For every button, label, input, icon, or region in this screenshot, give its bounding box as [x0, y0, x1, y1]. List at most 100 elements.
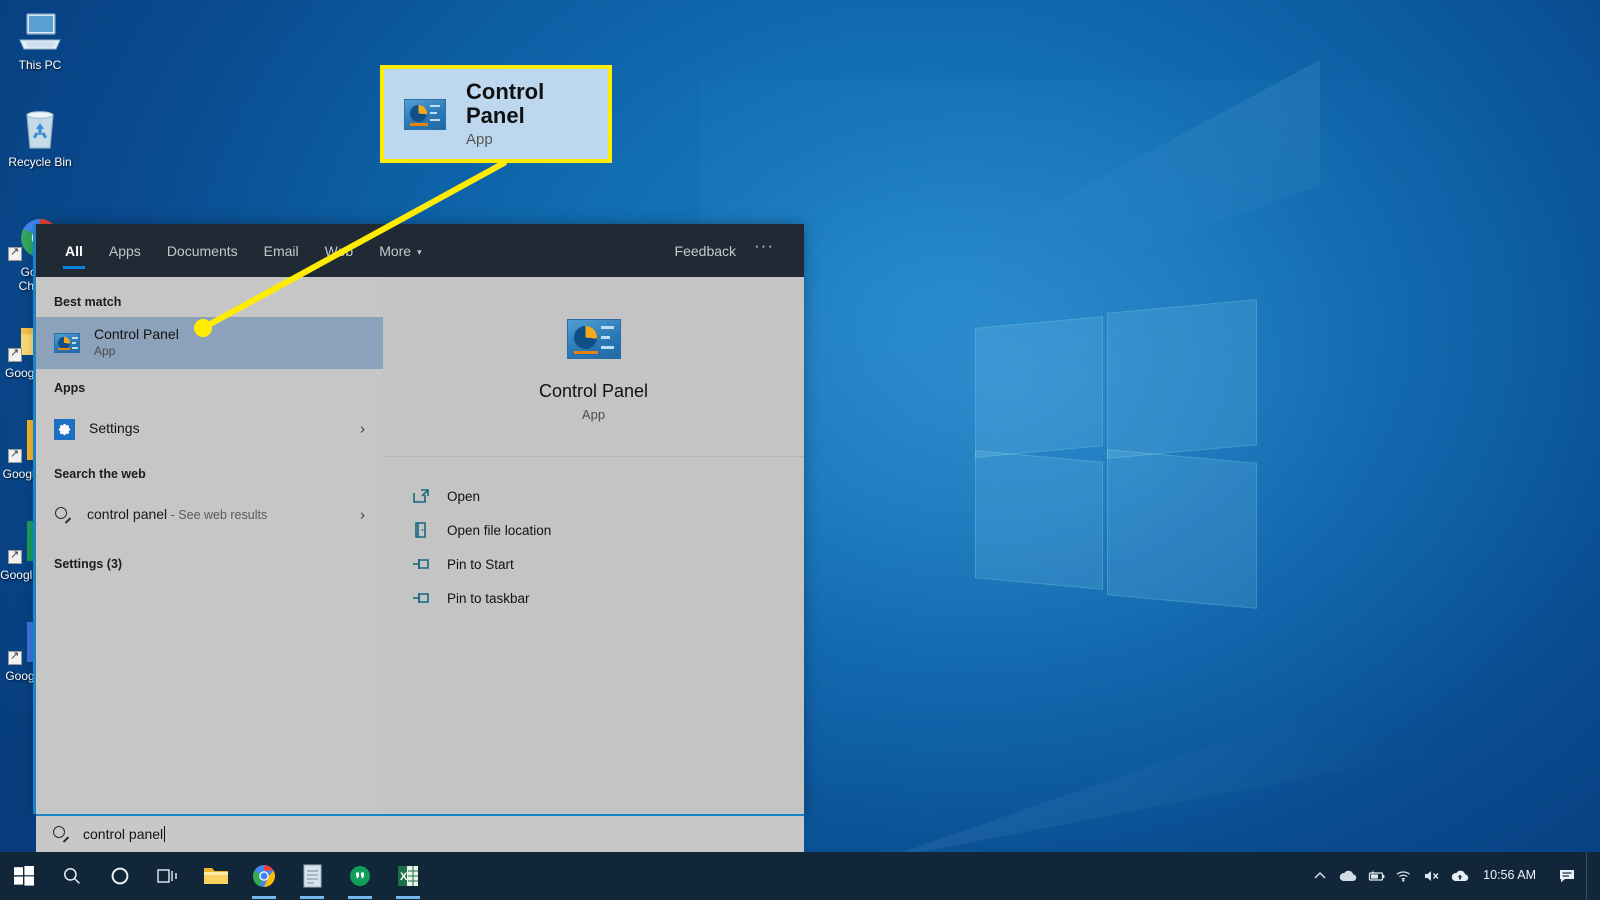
- windows-search-panel: All Apps Documents Email Web More ▾ Feedb…: [36, 224, 804, 814]
- search-magnifier-icon: [52, 825, 71, 844]
- taskbar-app-excel[interactable]: X: [384, 852, 432, 900]
- section-header-settings-count: Settings (3): [54, 557, 123, 571]
- search-panel-accent-edge: [33, 224, 36, 814]
- settings-gear-icon: [54, 418, 75, 440]
- taskbar-app-file-explorer[interactable]: [192, 852, 240, 900]
- section-header-search-the-web: Search the web: [54, 467, 146, 481]
- result-app-settings[interactable]: Settings ›: [36, 403, 383, 455]
- cortana-circle-icon: [111, 867, 129, 885]
- text-cursor: [164, 826, 166, 842]
- chevron-up-icon: [1314, 872, 1326, 879]
- battery-tray-button[interactable]: [1363, 852, 1389, 900]
- cloud-icon: [1339, 870, 1357, 882]
- action-center-button[interactable]: [1550, 852, 1584, 900]
- action-pin-to-taskbar[interactable]: Pin to taskbar: [383, 581, 804, 615]
- taskbar-running-indicator: [300, 896, 324, 899]
- pin-icon: [411, 554, 431, 574]
- callout-text-block: Control Panel App: [466, 78, 608, 148]
- network-tray-button[interactable]: [1391, 852, 1417, 900]
- desktop-icon-label: This PC: [18, 58, 62, 72]
- task-view-icon: [157, 869, 177, 883]
- action-label: Pin to Start: [447, 556, 514, 572]
- preview-hero: Control Panel App: [383, 277, 804, 457]
- search-button[interactable]: [48, 852, 96, 900]
- taskbar-app-notepad[interactable]: [288, 852, 336, 900]
- taskbar-search-input-container[interactable]: control panel: [36, 814, 804, 852]
- feedback-button[interactable]: Feedback: [661, 235, 750, 267]
- start-button[interactable]: [0, 852, 48, 900]
- web-query-suffix: - See web results: [167, 508, 268, 523]
- action-label: Open file location: [447, 522, 552, 538]
- cortana-button[interactable]: [96, 852, 144, 900]
- search-input-value[interactable]: control panel: [83, 826, 163, 842]
- tab-more[interactable]: More ▾: [366, 227, 434, 275]
- tab-documents[interactable]: Documents: [154, 227, 251, 275]
- desktop-icon-this-pc[interactable]: This PC: [0, 8, 80, 72]
- more-options-icon[interactable]: ···: [750, 236, 788, 266]
- web-query-text: control panel: [87, 506, 168, 523]
- chevron-right-icon[interactable]: ›: [360, 421, 365, 438]
- shortcut-arrow-icon: [8, 245, 22, 261]
- search-magnifier-icon: [64, 868, 80, 884]
- speaker-muted-icon: [1425, 871, 1439, 881]
- taskbar-clock[interactable]: 10:56 AM: [1475, 868, 1548, 883]
- taskbar-app-hangouts[interactable]: [336, 852, 384, 900]
- result-best-match-control-panel[interactable]: Control Panel App: [36, 317, 383, 369]
- section-header-apps: Apps: [54, 381, 86, 395]
- tab-all[interactable]: All: [52, 227, 96, 275]
- backup-cloud-tray-button[interactable]: [1447, 852, 1473, 900]
- open-window-icon: [411, 486, 431, 506]
- cloud-upload-icon: [1451, 870, 1469, 882]
- wifi-icon: [1396, 871, 1411, 882]
- chevron-down-icon: ▾: [417, 246, 422, 257]
- action-open-file-location[interactable]: Open file location: [383, 513, 804, 547]
- result-text-block: control panel - See web results: [87, 506, 267, 524]
- preview-subtitle: App: [581, 407, 606, 422]
- taskbar-running-indicator: [252, 896, 276, 899]
- search-input-value-wrap: control panel: [83, 826, 166, 842]
- battery-charging-icon: [1369, 869, 1385, 881]
- pin-icon: [411, 588, 431, 608]
- action-pin-to-start[interactable]: Pin to Start: [383, 547, 804, 581]
- shortcut-arrow-icon: [8, 447, 22, 463]
- result-title: Settings: [89, 420, 140, 437]
- search-magnifier-icon: [54, 506, 73, 525]
- folder-location-icon: [411, 520, 431, 540]
- tab-web[interactable]: Web: [312, 227, 367, 275]
- action-center-icon: [1560, 870, 1574, 883]
- result-web-control-panel[interactable]: control panel - See web results ›: [36, 489, 383, 541]
- desktop-icon-recycle-bin[interactable]: Recycle Bin: [0, 105, 80, 169]
- show-hidden-icons-button[interactable]: [1307, 852, 1333, 900]
- hangouts-icon: [350, 866, 370, 886]
- section-header-best-match: Best match: [54, 295, 122, 309]
- action-open[interactable]: Open: [383, 479, 804, 513]
- this-pc-icon: [0, 8, 80, 54]
- action-label: Pin to taskbar: [447, 590, 530, 606]
- system-tray: 10:56 AM: [1307, 852, 1600, 900]
- onedrive-tray-button[interactable]: [1335, 852, 1361, 900]
- result-subtitle: App: [94, 344, 116, 359]
- google-chrome-icon: [252, 865, 275, 887]
- taskbar-running-indicator: [348, 896, 372, 899]
- shortcut-arrow-icon: [8, 548, 22, 564]
- tab-apps[interactable]: Apps: [96, 227, 154, 275]
- taskbar-app-google-chrome[interactable]: [240, 852, 288, 900]
- windows-taskbar: X 10:56 AM: [0, 852, 1600, 900]
- shortcut-arrow-icon: [8, 649, 22, 665]
- result-text-block: Settings: [89, 420, 140, 438]
- control-panel-icon: [54, 333, 80, 353]
- task-view-button[interactable]: [144, 852, 192, 900]
- chevron-right-icon[interactable]: ›: [360, 507, 365, 524]
- volume-tray-button[interactable]: [1419, 852, 1445, 900]
- tab-email[interactable]: Email: [251, 227, 312, 275]
- result-title: control panel - See web results: [87, 506, 267, 524]
- callout-highlight-box: Control Panel App: [380, 65, 612, 163]
- show-desktop-button[interactable]: [1586, 852, 1594, 900]
- wallpaper-windows-logo: [955, 299, 1285, 630]
- control-panel-icon: [404, 98, 446, 130]
- action-label: Open: [447, 488, 481, 504]
- callout-title: Control Panel: [466, 78, 545, 128]
- search-filter-tabbar: All Apps Documents Email Web More ▾ Feedb…: [36, 224, 804, 277]
- svg-text:X: X: [400, 871, 408, 883]
- recycle-bin-icon: [0, 105, 80, 151]
